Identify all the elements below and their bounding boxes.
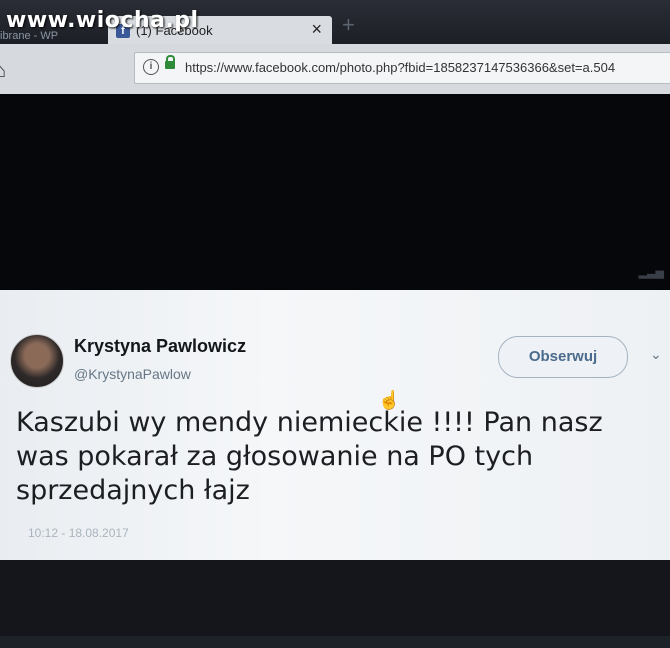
watermark: www.wiocha.pl (6, 8, 199, 33)
new-tab-button[interactable]: + (342, 12, 355, 38)
avatar[interactable] (10, 334, 64, 388)
display-name[interactable]: Krystyna Pawlowicz (74, 336, 246, 357)
lock-icon (165, 55, 175, 69)
follow-button[interactable]: Obserwuj (498, 336, 628, 378)
tweet-text: Kaszubi wy mendy niemieckie !!!! Pan nas… (16, 407, 603, 506)
url-text[interactable]: https://www.facebook.com/photo.php?fbid=… (185, 60, 615, 75)
signal-icon: ▂▃▅ (638, 267, 664, 279)
chevron-down-icon[interactable]: ⌄ (650, 346, 662, 363)
address-bar[interactable]: i https://www.facebook.com/photo.php?fbi… (134, 52, 670, 84)
photo-viewer-bottom (0, 560, 670, 648)
close-tab-icon[interactable]: × (311, 19, 322, 40)
browser-nav-bar: ⌂ i https://www.facebook.com/photo.php?f… (0, 44, 670, 94)
user-handle[interactable]: @KrystynaPawlow (74, 366, 191, 382)
monitor-edge (0, 636, 670, 648)
home-icon[interactable]: ⌂ (0, 60, 6, 83)
tweet-card: Krystyna Pawlowicz @KrystynaPawlow Obser… (0, 290, 670, 560)
info-icon[interactable]: i (143, 59, 159, 75)
photo-viewer-background: ▂▃▅ (0, 94, 670, 290)
tweet-timestamp[interactable]: 10:12 - 18.08.2017 (28, 526, 129, 540)
